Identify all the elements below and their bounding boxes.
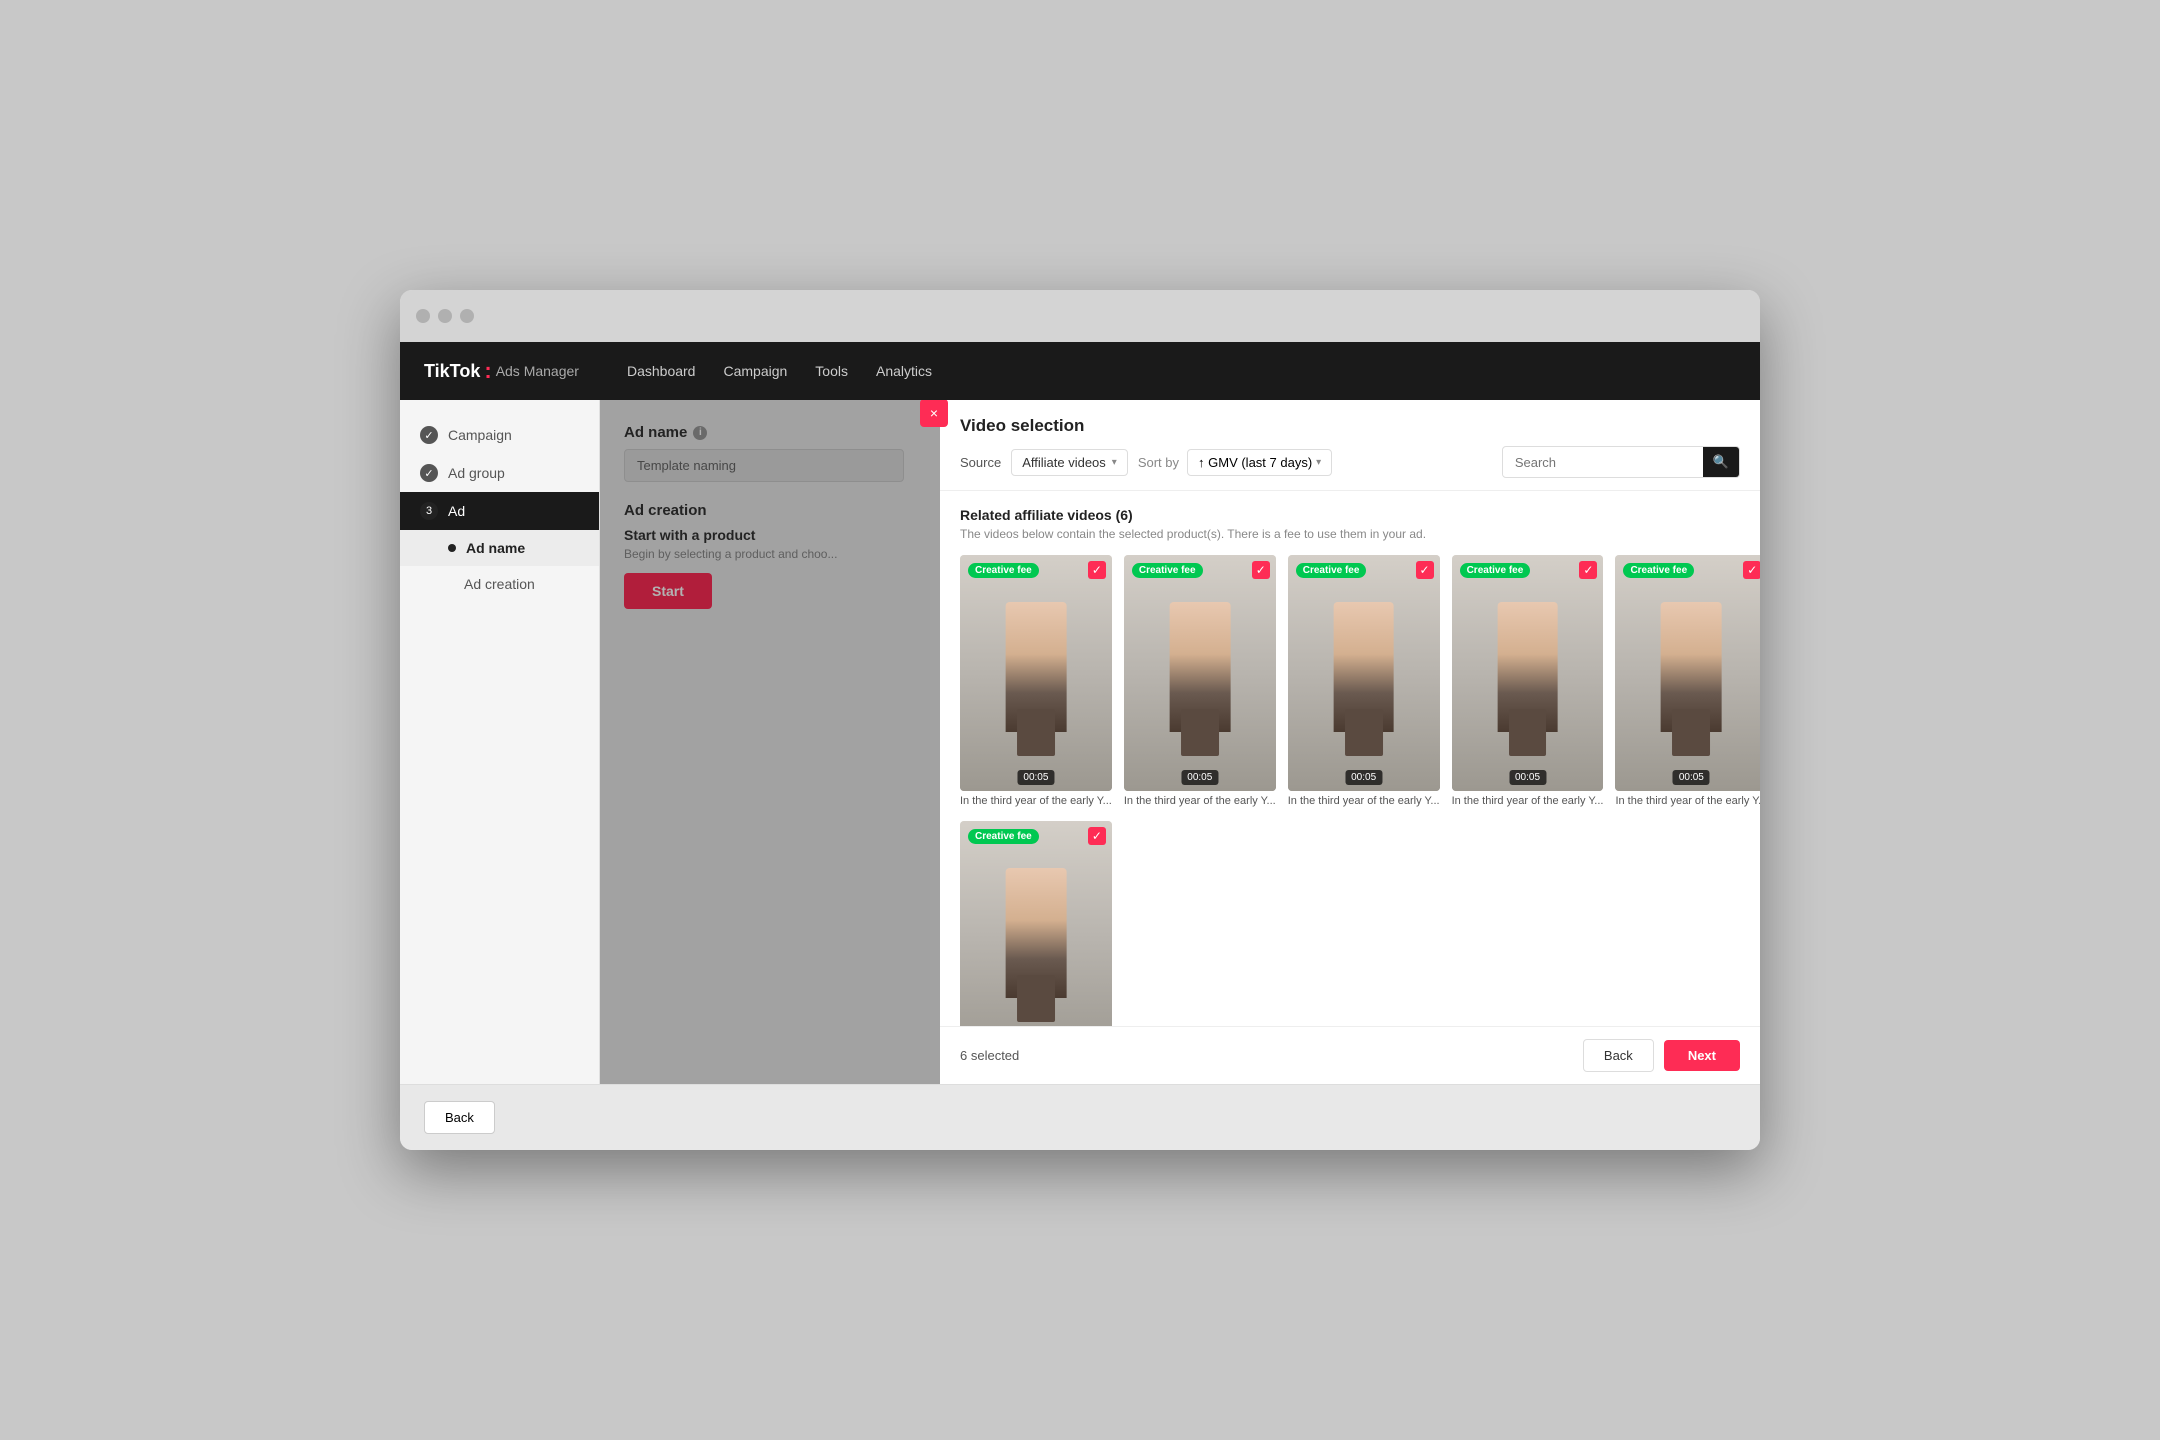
main-layout: ✓ Campaign ✓ Ad group 3 Ad Ad name Ad cr…	[400, 400, 1760, 1084]
sidebar-item-adname[interactable]: Ad name	[400, 530, 599, 566]
video-checkbox-4[interactable]: ✓	[1579, 561, 1597, 579]
video-caption-3: In the third year of the early Y...	[1288, 795, 1440, 807]
bottom-nav: Back	[400, 1084, 1760, 1150]
adname-dot-icon	[448, 544, 456, 552]
logo-colon: :	[484, 358, 491, 384]
back-nav-button[interactable]: Back	[424, 1101, 495, 1134]
video-grid-row1: Creative fee ✓ 00:05 In the third year o…	[960, 555, 1740, 807]
video-checkbox-3[interactable]: ✓	[1416, 561, 1434, 579]
video-thumb-6: Creative fee ✓ 00:05	[960, 821, 1112, 1026]
sidebar-adcreation-label: Ad creation	[448, 576, 535, 592]
video-grid-row2: Creative fee ✓ 00:05 In the third year o…	[960, 821, 1740, 1026]
modal-header: Video selection Source Affiliate videos …	[940, 400, 1760, 491]
video-thumb-1: Creative fee ✓ 00:05	[960, 555, 1112, 791]
app-container: TikTok: Ads Manager Dashboard Campaign T…	[400, 342, 1760, 1150]
campaign-check-icon: ✓	[420, 426, 438, 444]
ad-number-icon: 3	[420, 502, 438, 520]
source-label: Source	[960, 455, 1001, 470]
sidebar-adname-label: Ad name	[466, 540, 525, 556]
video-thumb-5: Creative fee ✓ 00:05	[1615, 555, 1760, 791]
source-value: Affiliate videos	[1022, 455, 1106, 470]
modal-next-button[interactable]: Next	[1664, 1040, 1740, 1071]
video-duration-1: 00:05	[1017, 770, 1054, 785]
modal-footer: 6 selected Back Next	[940, 1026, 1760, 1084]
sidebar-item-adcreation[interactable]: Ad creation	[400, 566, 599, 602]
content-area: Ad name i Template naming Ad creation St…	[600, 400, 1760, 1084]
search-input[interactable]	[1503, 449, 1703, 476]
sidebar-item-campaign[interactable]: ✓ Campaign	[400, 416, 599, 454]
video-card-3[interactable]: Creative fee ✓ 00:05 In the third year o…	[1288, 555, 1440, 807]
nav-campaign[interactable]: Campaign	[723, 359, 787, 383]
related-videos-desc: The videos below contain the selected pr…	[960, 527, 1740, 541]
browser-maximize-btn[interactable]	[460, 309, 474, 323]
logo: TikTok: Ads Manager	[424, 358, 579, 384]
sidebar-ad-label: Ad	[448, 503, 465, 519]
video-thumb-3: Creative fee ✓ 00:05	[1288, 555, 1440, 791]
video-duration-4: 00:05	[1509, 770, 1546, 785]
video-thumb-2: Creative fee ✓ 00:05	[1124, 555, 1276, 791]
video-caption-2: In the third year of the early Y...	[1124, 795, 1276, 807]
video-checkbox-1[interactable]: ✓	[1088, 561, 1106, 579]
browser-close-btn[interactable]	[416, 309, 430, 323]
sidebar-campaign-label: Campaign	[448, 427, 512, 443]
nav-tools[interactable]: Tools	[815, 359, 848, 383]
creative-fee-badge-2: Creative fee	[1132, 563, 1203, 578]
modal-back-button[interactable]: Back	[1583, 1039, 1654, 1072]
sidebar-item-adgroup[interactable]: ✓ Ad group	[400, 454, 599, 492]
adgroup-check-icon: ✓	[420, 464, 438, 482]
footer-actions: Back Next	[1583, 1039, 1740, 1072]
sort-dropdown[interactable]: ↑ GMV (last 7 days) ▾	[1187, 449, 1332, 476]
video-caption-5: In the third year of the early Y...	[1615, 795, 1760, 807]
video-thumb-4: Creative fee ✓ 00:05	[1452, 555, 1604, 791]
search-button[interactable]: 🔍	[1703, 447, 1739, 477]
chevron-down-icon: ▾	[1112, 457, 1117, 468]
related-videos-title: Related affiliate videos (6)	[960, 507, 1740, 523]
nav-dashboard[interactable]: Dashboard	[627, 359, 696, 383]
creative-fee-badge-4: Creative fee	[1460, 563, 1531, 578]
source-dropdown[interactable]: Affiliate videos ▾	[1011, 449, 1128, 476]
creative-fee-badge-5: Creative fee	[1623, 563, 1694, 578]
browser-window: TikTok: Ads Manager Dashboard Campaign T…	[400, 290, 1760, 1150]
video-card-2[interactable]: Creative fee ✓ 00:05 In the third year o…	[1124, 555, 1276, 807]
video-card-6[interactable]: Creative fee ✓ 00:05 In the third year o…	[960, 821, 1112, 1026]
video-selection-modal: × Video selection Source Affiliate video…	[940, 400, 1760, 1084]
nav-links: Dashboard Campaign Tools Analytics	[627, 359, 932, 383]
video-checkbox-6[interactable]: ✓	[1088, 827, 1106, 845]
video-checkbox-5[interactable]: ✓	[1743, 561, 1760, 579]
video-card-5[interactable]: Creative fee ✓ 00:05 In the third year o…	[1615, 555, 1760, 807]
modal-toolbar: Source Affiliate videos ▾ Sort by ↑ GMV …	[960, 446, 1740, 478]
video-duration-3: 00:05	[1345, 770, 1382, 785]
sidebar-adgroup-label: Ad group	[448, 465, 505, 481]
modal-body: Related affiliate videos (6) The videos …	[940, 491, 1760, 1026]
sidebar-item-ad[interactable]: 3 Ad	[400, 492, 599, 530]
modal-title: Video selection	[960, 416, 1740, 436]
video-caption-1: In the third year of the early Y...	[960, 795, 1112, 807]
sort-label: Sort by	[1138, 455, 1179, 470]
nav-analytics[interactable]: Analytics	[876, 359, 932, 383]
creative-fee-badge-3: Creative fee	[1296, 563, 1367, 578]
logo-sub: Ads Manager	[496, 363, 579, 379]
top-nav: TikTok: Ads Manager Dashboard Campaign T…	[400, 342, 1760, 400]
video-checkbox-2[interactable]: ✓	[1252, 561, 1270, 579]
source-row: Source Affiliate videos ▾ Sort by ↑ GMV …	[960, 449, 1332, 476]
logo-tiktok: TikTok	[424, 361, 480, 382]
search-box: 🔍	[1502, 446, 1740, 478]
video-caption-4: In the third year of the early Y...	[1452, 795, 1604, 807]
video-duration-2: 00:05	[1181, 770, 1218, 785]
browser-chrome	[400, 290, 1760, 342]
video-card-4[interactable]: Creative fee ✓ 00:05 In the third year o…	[1452, 555, 1604, 807]
sort-row: Sort by ↑ GMV (last 7 days) ▾	[1138, 449, 1332, 476]
sidebar: ✓ Campaign ✓ Ad group 3 Ad Ad name Ad cr…	[400, 400, 600, 1084]
creative-fee-badge-6: Creative fee	[968, 829, 1039, 844]
video-card-1[interactable]: Creative fee ✓ 00:05 In the third year o…	[960, 555, 1112, 807]
selected-count: 6 selected	[960, 1048, 1019, 1063]
sort-chevron-icon: ▾	[1316, 457, 1321, 468]
creative-fee-badge-1: Creative fee	[968, 563, 1039, 578]
video-duration-5: 00:05	[1673, 770, 1710, 785]
browser-minimize-btn[interactable]	[438, 309, 452, 323]
modal-close-button[interactable]: ×	[920, 400, 948, 427]
sort-value: ↑ GMV (last 7 days)	[1198, 455, 1312, 470]
